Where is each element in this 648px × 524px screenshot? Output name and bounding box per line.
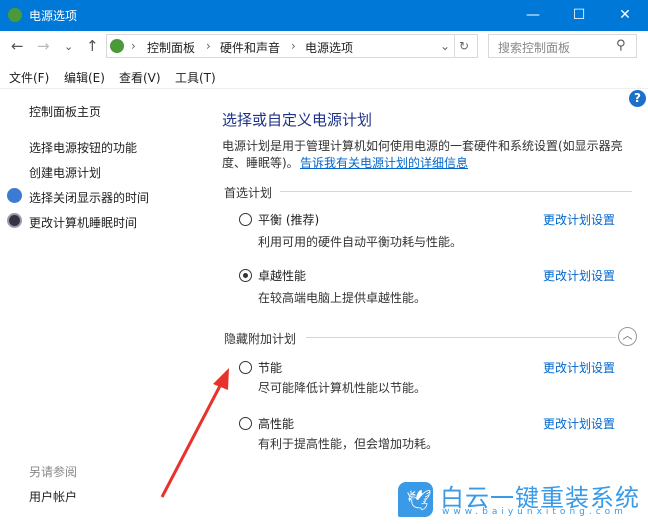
watermark-bird-logo: 🕊 bbox=[398, 482, 433, 517]
watermark-url: www.baiyunxitong.com bbox=[442, 507, 627, 517]
red-arrow-annotation bbox=[160, 368, 229, 498]
